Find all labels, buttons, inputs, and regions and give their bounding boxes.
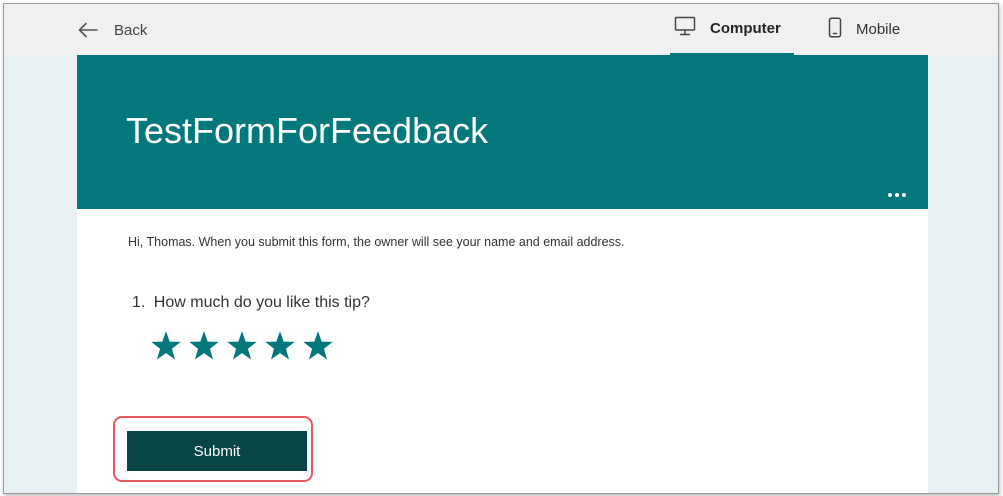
- more-options-icon[interactable]: [888, 193, 906, 197]
- monitor-icon: [674, 16, 696, 41]
- phone-icon: [828, 16, 842, 43]
- tab-computer[interactable]: Computer: [670, 4, 794, 55]
- form-card: TestFormForFeedback Hi, Thomas. When you…: [77, 55, 928, 493]
- star-icon: [149, 329, 183, 363]
- rating-star-5[interactable]: [301, 329, 335, 363]
- star-icon: [187, 329, 221, 363]
- question-text: How much do you like this tip?: [153, 294, 370, 311]
- rating-star-3[interactable]: [225, 329, 259, 363]
- back-button[interactable]: Back: [78, 18, 147, 42]
- submit-button[interactable]: Submit: [127, 431, 307, 471]
- form-header-banner: TestFormForFeedback: [77, 55, 928, 209]
- question-title: 1. How much do you like this tip?: [132, 294, 370, 312]
- star-icon: [263, 329, 297, 363]
- arrow-left-icon: [78, 22, 98, 38]
- tab-computer-label: Computer: [710, 20, 781, 37]
- rating-star-4[interactable]: [263, 329, 297, 363]
- submission-notice: Hi, Thomas. When you submit this form, t…: [128, 235, 625, 249]
- forms-preview-window: Back Computer Mobile TestFormForFeedback…: [3, 3, 999, 494]
- star-icon: [225, 329, 259, 363]
- rating-star-2[interactable]: [187, 329, 221, 363]
- form-title: TestFormForFeedback: [126, 110, 489, 151]
- rating-star-1[interactable]: [149, 329, 183, 363]
- tab-mobile-label: Mobile: [856, 21, 901, 38]
- preview-toolbar: Back Computer Mobile: [4, 4, 998, 55]
- back-label: Back: [114, 21, 148, 39]
- tab-mobile[interactable]: Mobile: [828, 4, 928, 55]
- star-rating: [149, 329, 335, 363]
- question-number: 1.: [132, 294, 146, 311]
- star-icon: [301, 329, 335, 363]
